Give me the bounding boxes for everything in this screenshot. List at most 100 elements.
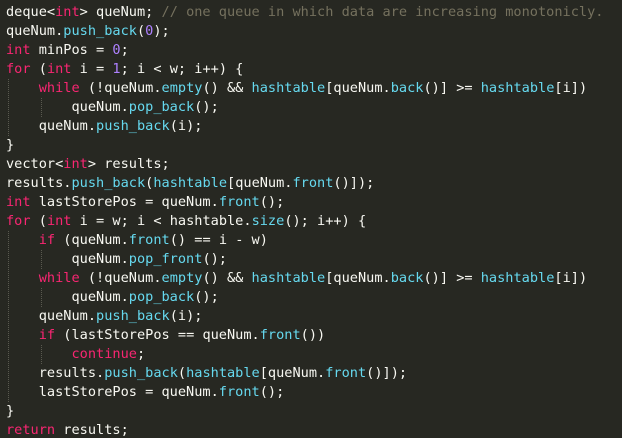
code-line[interactable]: return results; xyxy=(6,421,129,438)
indent-guide xyxy=(40,345,42,364)
code-line[interactable]: if (lastStorePos == queNum.front()) xyxy=(6,326,325,345)
code-line[interactable]: lastStorePos = queNum.front(); xyxy=(6,383,285,402)
code-token-default: lastStorePos = queNum. xyxy=(30,194,219,210)
indent-guide xyxy=(40,288,42,307)
code-token-default: [i]) xyxy=(554,80,588,96)
code-token-default: results. xyxy=(6,175,72,191)
code-token-default: queNum. xyxy=(6,289,129,305)
code-line[interactable]: deque<int> queNum; // one queue in which… xyxy=(6,3,603,22)
code-token-default: (); xyxy=(194,289,219,305)
code-token-default xyxy=(6,232,39,248)
code-line[interactable]: queNum.pop_front(); xyxy=(6,250,227,269)
code-token-default: vector< xyxy=(6,156,64,172)
code-token-keyword: while xyxy=(38,80,80,96)
code-token-default: () && xyxy=(202,270,252,286)
code-token-default xyxy=(6,346,71,362)
code-line[interactable]: results.push_back(hashtable[queNum.front… xyxy=(6,174,374,193)
code-token-default: i = xyxy=(71,61,113,77)
code-token-func: hashtable xyxy=(251,80,326,96)
code-token-func: front xyxy=(218,194,260,210)
code-line[interactable]: int lastStorePos = queNum.front(); xyxy=(6,193,284,212)
code-token-number: 0 xyxy=(112,42,121,58)
code-token-func: front xyxy=(128,232,170,248)
code-token-default: ; i < w; i++) { xyxy=(120,61,244,77)
code-line[interactable]: for (int i = 1; i < w; i++) { xyxy=(6,60,243,79)
code-token-default: ()] >= xyxy=(423,270,481,286)
code-token-default: queNum. xyxy=(6,23,64,39)
code-token-default: queNum. xyxy=(6,251,129,267)
code-line[interactable]: vector<int> results; xyxy=(6,155,170,174)
code-token-default: [queNum. xyxy=(227,175,293,191)
code-line[interactable]: int minPos = 0; xyxy=(6,41,129,60)
code-token-default: (!queNum. xyxy=(79,80,162,96)
code-line[interactable]: queNum.pop_back(); xyxy=(6,288,219,307)
code-token-func: pop_front xyxy=(128,251,203,267)
code-token-default: results; xyxy=(55,422,129,438)
code-token-default: } xyxy=(6,403,15,419)
code-token-func: empty xyxy=(161,80,203,96)
code-token-default: queNum. xyxy=(6,308,97,324)
code-line[interactable]: } xyxy=(6,402,14,421)
code-line[interactable]: continue; xyxy=(6,345,145,364)
code-token-func: front xyxy=(325,365,367,381)
code-line[interactable]: } xyxy=(6,136,14,155)
code-token-keyword: if xyxy=(38,232,56,248)
code-token-default: ( xyxy=(177,365,187,381)
code-token-default: ; xyxy=(136,346,146,362)
code-token-func: hashtable xyxy=(153,175,228,191)
code-token-func: push_back xyxy=(96,118,170,134)
code-line[interactable]: if (queNum.front() == i - w) xyxy=(6,231,268,250)
code-token-default: ( xyxy=(30,61,47,77)
code-token-default: (); xyxy=(259,384,285,400)
code-token-default: (); xyxy=(194,99,219,115)
code-token-func: front xyxy=(218,384,260,400)
code-line[interactable]: while (!queNum.empty() && hashtable[queN… xyxy=(6,79,587,98)
code-token-default: deque< xyxy=(6,4,56,20)
code-editor[interactable]: deque<int> queNum; // one queue in which… xyxy=(0,0,622,438)
code-token-default: () && xyxy=(202,80,252,96)
code-token-default: ()]); xyxy=(333,175,375,191)
code-token-default: (!queNum. xyxy=(79,270,162,286)
code-token-default: ( xyxy=(30,213,47,229)
code-token-default: (); xyxy=(259,194,285,210)
code-token-keyword: return xyxy=(6,422,56,438)
code-line[interactable]: queNum.push_back(i); xyxy=(6,307,203,326)
indent-guide xyxy=(8,231,9,402)
code-token-default: ; xyxy=(120,42,129,58)
code-token-default: results. xyxy=(6,365,105,381)
code-token-func: pop_back xyxy=(128,289,195,305)
code-line[interactable]: queNum.push_back(0); xyxy=(6,22,170,41)
code-token-default: lastStorePos = queNum. xyxy=(6,384,219,400)
code-token-func: empty xyxy=(161,270,203,286)
code-token-keyword: continue xyxy=(71,346,137,362)
code-line[interactable]: for (int i = w; i < hashtable.size(); i+… xyxy=(6,212,366,231)
indent-guide xyxy=(40,98,42,117)
code-token-func: hashtable xyxy=(480,270,555,286)
code-token-default: queNum. xyxy=(6,99,129,115)
code-token-default: (); i++) { xyxy=(284,213,367,229)
code-token-keyword: while xyxy=(38,270,80,286)
code-token-keyword: if xyxy=(38,327,56,343)
code-token-func: push_back xyxy=(104,365,178,381)
code-token-func: size xyxy=(251,213,285,229)
code-token-default: (); xyxy=(202,251,227,267)
code-token-default: ); xyxy=(153,23,170,39)
code-line[interactable]: queNum.push_back(i); xyxy=(6,117,203,136)
code-token-comment: // one queue in which data are increasin… xyxy=(161,4,604,20)
code-token-default: () == i - w) xyxy=(169,232,268,248)
code-token-keyword: int xyxy=(55,4,80,20)
indent-guide xyxy=(40,250,42,269)
code-line[interactable]: queNum.pop_back(); xyxy=(6,98,219,117)
code-token-func: back xyxy=(390,80,424,96)
code-token-func: front xyxy=(259,327,301,343)
code-token-default: queNum. xyxy=(6,118,97,134)
code-token-default: (queNum. xyxy=(55,232,129,248)
code-token-keyword: for xyxy=(6,213,31,229)
code-line[interactable]: while (!queNum.empty() && hashtable[queN… xyxy=(6,269,587,288)
code-token-default: minPos = xyxy=(30,42,113,58)
code-token-func: push_back xyxy=(71,175,146,191)
code-token-func: pop_back xyxy=(128,99,195,115)
code-token-func: hashtable xyxy=(251,270,326,286)
code-token-default xyxy=(6,327,39,343)
code-line[interactable]: results.push_back(hashtable[queNum.front… xyxy=(6,364,407,383)
